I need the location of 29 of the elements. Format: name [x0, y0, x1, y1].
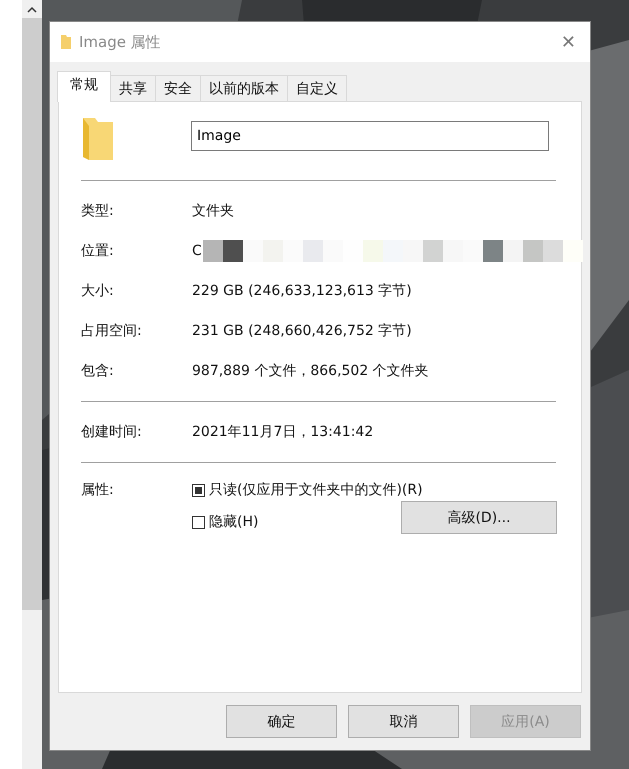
field-value: 229 GB (246,633,123,613 字节) — [192, 282, 412, 300]
field-label: 类型: — [81, 202, 115, 220]
scrollbar-thumb[interactable] — [22, 18, 42, 610]
scroll-up-icon[interactable] — [27, 6, 37, 12]
name-field[interactable]: Image — [191, 121, 549, 151]
field-label: 占用空间: — [81, 322, 143, 340]
dialog-button[interactable]: 取消 — [348, 705, 459, 738]
window-title: Image 属性 — [79, 32, 162, 52]
checkbox-label[interactable]: 只读(仅应用于文件夹中的文件)(R) — [209, 481, 423, 499]
field-label: 创建时间: — [81, 423, 143, 441]
field-label: 属性: — [81, 481, 115, 500]
field-label: 包含: — [81, 362, 115, 380]
close-button[interactable]: ✕ — [556, 32, 580, 52]
dialog-button[interactable]: 确定 — [226, 705, 337, 738]
checkbox-label[interactable]: 隐藏(H) — [209, 513, 258, 531]
checkbox[interactable] — [192, 484, 205, 496]
field-value: C — [192, 243, 202, 259]
folder-icon — [81, 116, 115, 162]
field-value: 文件夹 — [192, 202, 234, 220]
advanced-button[interactable]: 高级(D)... — [401, 501, 557, 534]
tab[interactable]: 常规 — [57, 71, 111, 102]
folder-icon — [60, 34, 72, 50]
field-label: 位置: — [81, 242, 115, 260]
checkbox[interactable] — [192, 516, 205, 528]
field-value: 231 GB (248,660,426,752 字节) — [192, 322, 412, 340]
field-label: 大小: — [81, 282, 115, 300]
field-value: 2021年11月7日，13:41:42 — [192, 423, 374, 441]
tab[interactable]: 自定义 — [287, 75, 347, 101]
field-value: 987,889 个文件，866,502 个文件夹 — [192, 362, 429, 380]
